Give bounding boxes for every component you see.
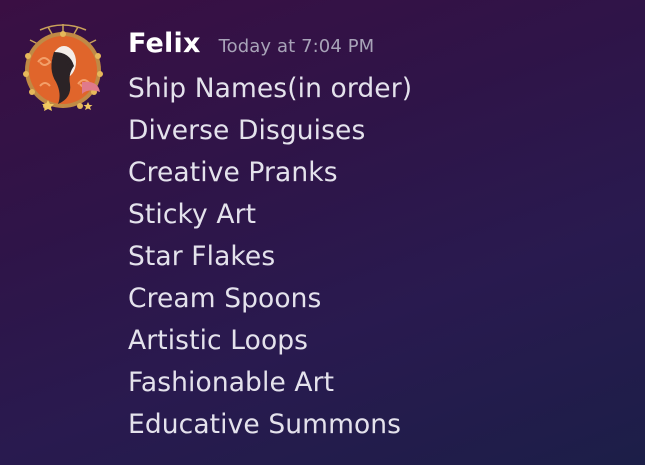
message-header: Felix Today at 7:04 PM <box>128 28 374 62</box>
user-avatar[interactable] <box>18 22 108 112</box>
chat-message: Felix Today at 7:04 PM Ship Names(in ord… <box>0 0 645 465</box>
message-line: Star Flakes <box>128 241 276 272</box>
message-content: Ship Names(in order) Diverse Disguises C… <box>128 68 412 446</box>
user-avatar-icon <box>23 24 103 111</box>
message-line: Fashionable Art <box>128 367 335 398</box>
message-line: Sticky Art <box>128 199 257 230</box>
message-line: Creative Pranks <box>128 157 338 188</box>
message-line: Diverse Disguises <box>128 115 366 146</box>
message-line: Artistic Loops <box>128 325 309 356</box>
timestamp[interactable]: Today at 7:04 PM <box>219 36 375 57</box>
username[interactable]: Felix <box>128 28 201 59</box>
message-line: Cream Spoons <box>128 283 322 314</box>
message-line: Educative Summons <box>128 409 402 440</box>
message-line: Ship Names(in order) <box>128 73 413 104</box>
